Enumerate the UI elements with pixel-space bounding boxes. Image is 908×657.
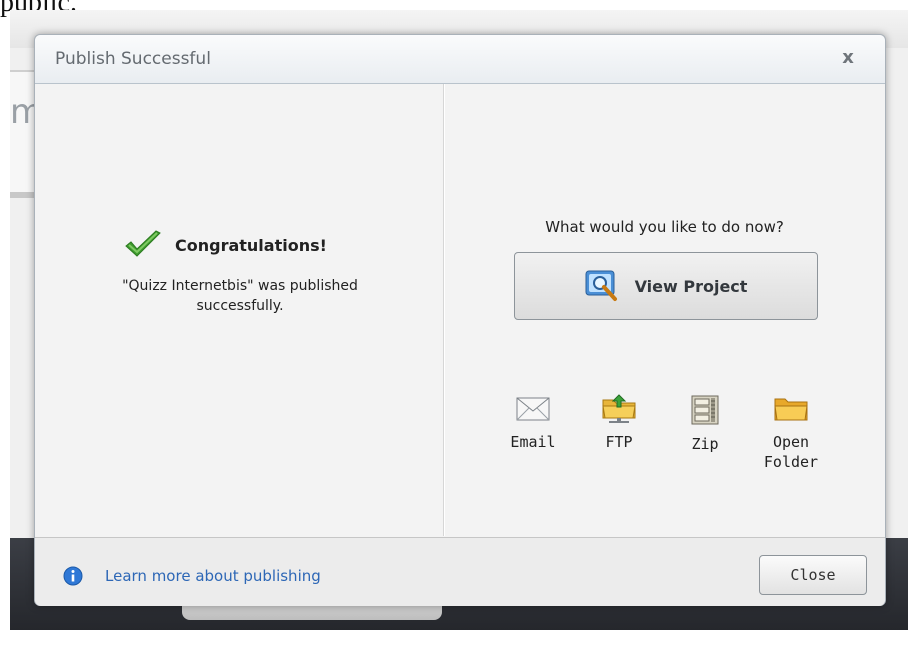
magnifier-icon <box>585 270 617 301</box>
dialog-titlebar: Publish Successful x <box>35 35 885 84</box>
view-project-label: View Project <box>634 276 748 296</box>
publish-message: "Quizz Internetbis" was published succes… <box>75 276 405 316</box>
actions-panel: What would you like to do now? View Proj… <box>444 84 885 536</box>
folder-icon <box>774 398 808 421</box>
ftp-folder-icon <box>602 394 636 423</box>
info-icon <box>63 566 83 586</box>
learn-more-link[interactable]: Learn more about publishing <box>105 567 321 585</box>
next-step-question: What would you like to do now? <box>545 218 784 236</box>
publish-dialog: Publish Successful x Congratulations! "Q… <box>34 34 886 606</box>
publish-message-line1: "Quizz Internetbis" was published <box>122 278 358 294</box>
open-folder-label-line1: Open <box>772 433 810 451</box>
publish-message-line2: successfully. <box>196 298 284 314</box>
ftp-label: FTP <box>605 433 633 451</box>
open-folder-action[interactable]: Open Folder <box>756 394 826 472</box>
zip-archive-icon <box>691 395 719 425</box>
ftp-action[interactable]: FTP <box>584 394 654 452</box>
zip-label: Zip <box>691 435 719 453</box>
close-icon[interactable]: x <box>835 45 861 71</box>
success-panel: Congratulations! "Quizz Internetbis" was… <box>35 84 443 536</box>
open-folder-label-line2: Folder <box>763 453 819 471</box>
email-action[interactable]: Email <box>498 394 568 452</box>
view-project-button[interactable]: View Project <box>514 252 818 320</box>
dialog-title: Publish Successful <box>55 49 211 69</box>
dialog-footer: Learn more about publishing Close <box>35 537 885 606</box>
zip-action[interactable]: Zip <box>670 394 740 454</box>
dialog-body: Congratulations! "Quizz Internetbis" was… <box>35 84 885 536</box>
congrats-row: Congratulations! <box>123 228 327 262</box>
close-button[interactable]: Close <box>759 555 867 595</box>
email-label: Email <box>510 433 556 451</box>
envelope-icon <box>516 397 550 421</box>
checkmark-icon <box>125 230 161 257</box>
congrats-heading: Congratulations! <box>175 235 327 255</box>
